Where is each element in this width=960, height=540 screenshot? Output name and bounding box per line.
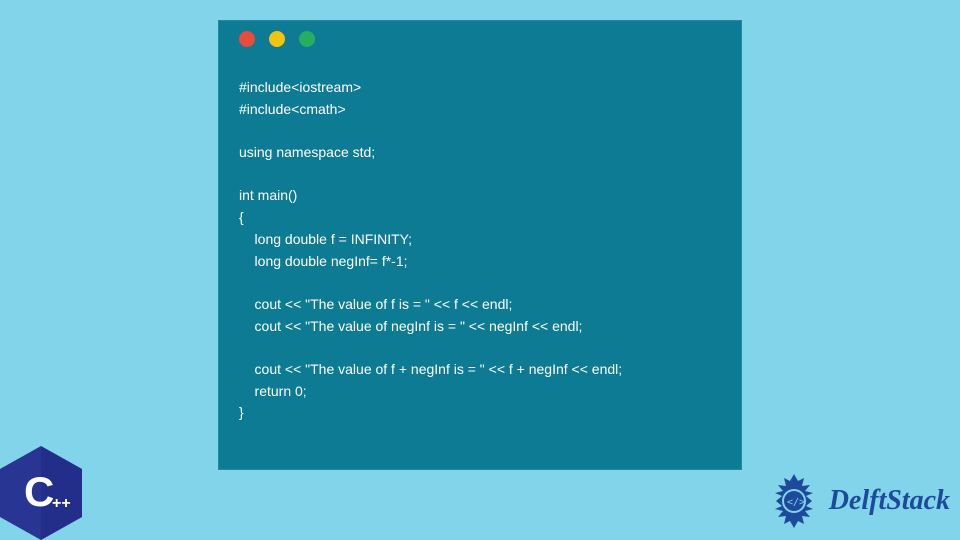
code-window: #include<iostream> #include<cmath> using… — [218, 20, 742, 470]
cpp-plus: ++ — [52, 495, 71, 512]
cpp-logo-icon: C ++ — [0, 446, 82, 540]
window-titlebar — [219, 21, 741, 57]
cpp-letter: C — [24, 468, 54, 515]
svg-text:</>: </> — [787, 497, 805, 508]
brand-emblem-icon: </> — [765, 472, 823, 530]
minimize-icon[interactable] — [269, 31, 285, 47]
code-body: #include<iostream> #include<cmath> using… — [219, 57, 741, 436]
brand-name: DelftStack — [829, 485, 950, 517]
maximize-icon[interactable] — [299, 31, 315, 47]
close-icon[interactable] — [239, 31, 255, 47]
brand-logo: </> DelftStack — [765, 472, 950, 530]
